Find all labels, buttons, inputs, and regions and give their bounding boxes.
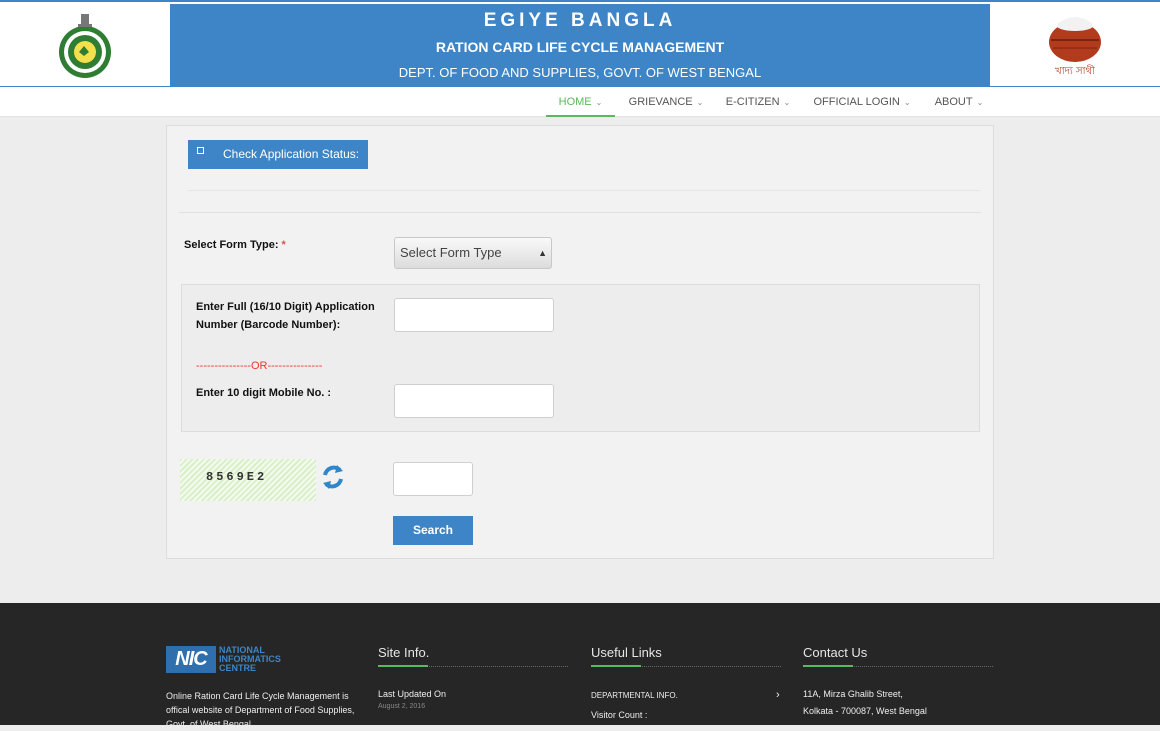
application-status-panel: Check Application Status: Select Form Ty… bbox=[166, 125, 994, 559]
nav-item-label: HOME bbox=[558, 96, 592, 108]
site-info-heading: Site Info. bbox=[378, 645, 430, 660]
last-updated-date: August 2, 2016 bbox=[378, 703, 426, 710]
nav-item-home[interactable]: HOME ⌄ bbox=[546, 87, 615, 117]
chevron-down-icon: ⌄ bbox=[696, 98, 704, 107]
nav-item-grievance[interactable]: GRIEVANCE ⌄ bbox=[622, 87, 710, 117]
site-subtitle: RATION CARD LIFE CYCLE MANAGEMENT bbox=[435, 39, 725, 55]
last-updated-label: Last Updated On bbox=[378, 689, 447, 699]
site-header: EGIYE BANGLA RATION CARD LIFE CYCLE MANA… bbox=[0, 0, 1160, 89]
form-type-selected-value: Select Form Type bbox=[400, 245, 502, 260]
nav-item-label: E-CITIZEN bbox=[725, 96, 780, 108]
divider bbox=[179, 212, 981, 213]
form-type-label: Select Form Type: * bbox=[184, 236, 286, 254]
biswa-bangla-emblem-icon bbox=[59, 14, 111, 78]
site-footer: NIC NATIONAL INFORMATICS CENTRE Online R… bbox=[0, 603, 1160, 729]
tab-label: Check Application Status: bbox=[223, 147, 360, 161]
nav-item-label: GRIEVANCE bbox=[628, 96, 693, 108]
captcha-text: 8569E2 bbox=[206, 470, 268, 484]
nav-item-official-login[interactable]: OFFICIAL LOGIN ⌄ bbox=[806, 87, 918, 117]
chevron-down-icon: ⌄ bbox=[976, 98, 984, 107]
state-emblem-logo[interactable] bbox=[0, 4, 170, 86]
useful-links-heading: Useful Links bbox=[591, 645, 662, 660]
application-lookup-section: Enter Full (16/10 Digit) Application Num… bbox=[181, 284, 980, 432]
nav-item-label: OFFICIAL LOGIN bbox=[813, 96, 900, 108]
khadya-sathi-pot-icon: খাদ্য সাথী bbox=[1049, 17, 1101, 77]
heading-accent bbox=[378, 665, 428, 667]
contact-us-heading: Contact Us bbox=[803, 645, 868, 660]
mobile-number-input[interactable] bbox=[394, 384, 554, 418]
refresh-icon bbox=[323, 465, 343, 489]
khadya-sathi-logo-text: খাদ্য সাথী bbox=[1055, 64, 1095, 77]
nav-item-label: ABOUT bbox=[934, 96, 973, 108]
form-type-label-text: Select Form Type: bbox=[184, 239, 279, 251]
chevron-down-icon: ⌄ bbox=[783, 98, 791, 107]
captcha-input[interactable] bbox=[393, 462, 473, 496]
captcha-image: 8569E2 bbox=[180, 459, 316, 501]
nav-item-about[interactable]: ABOUT ⌄ bbox=[926, 87, 992, 117]
main-navigation: HOME ⌄ GRIEVANCE ⌄ E-CITIZEN ⌄ OFFICIAL LOG… bbox=[0, 87, 1160, 117]
form-type-select[interactable]: Select Form Type ▲ bbox=[394, 237, 552, 269]
or-separator: ---------------OR--------------- bbox=[196, 360, 323, 372]
nic-logo-mark: NIC bbox=[166, 646, 216, 673]
divider bbox=[188, 190, 980, 191]
title-banner: EGIYE BANGLA RATION CARD LIFE CYCLE MANA… bbox=[170, 4, 990, 86]
application-number-label: Enter Full (16/10 Digit) Application Num… bbox=[196, 301, 375, 331]
application-number-input[interactable] bbox=[394, 298, 554, 332]
department-name: DEPT. OF FOOD AND SUPPLIES, GOVT. OF WES… bbox=[398, 65, 762, 80]
heading-accent bbox=[591, 665, 641, 667]
chevron-down-icon: ⌄ bbox=[903, 98, 911, 107]
heading-accent bbox=[803, 665, 853, 667]
checkbox-icon bbox=[197, 147, 204, 154]
nav-item-e-citizen[interactable]: E-CITIZEN ⌄ bbox=[718, 87, 798, 117]
site-title: EGIYE BANGLA bbox=[483, 10, 677, 31]
address-line: 11A, Mirza Ghalib Street, bbox=[803, 689, 903, 699]
required-marker: * bbox=[281, 239, 286, 251]
address-line: Kolkata - 700087, West Bengal bbox=[803, 706, 927, 716]
nic-logo[interactable]: NIC NATIONAL INFORMATICS CENTRE bbox=[166, 646, 296, 673]
nic-line: CENTRE bbox=[219, 663, 257, 673]
captcha-refresh-button[interactable] bbox=[317, 461, 349, 493]
search-button[interactable]: Search bbox=[393, 516, 473, 545]
mobile-number-label: Enter 10 digit Mobile No. : bbox=[196, 387, 332, 399]
check-application-status-tab[interactable]: Check Application Status: bbox=[188, 140, 368, 169]
visitor-count-label: Visitor Count : bbox=[591, 710, 648, 720]
khadya-sathi-logo[interactable]: খাদ্য সাথী bbox=[990, 4, 1160, 86]
chevron-right-icon: › bbox=[776, 689, 780, 701]
chevron-down-icon: ⌄ bbox=[595, 98, 603, 107]
nic-logo-text: NATIONAL INFORMATICS CENTRE bbox=[219, 646, 281, 673]
select-arrows-icon: ▲ bbox=[538, 248, 547, 258]
departmental-info-link[interactable]: DEPARTMENTAL INFO. bbox=[591, 691, 678, 700]
